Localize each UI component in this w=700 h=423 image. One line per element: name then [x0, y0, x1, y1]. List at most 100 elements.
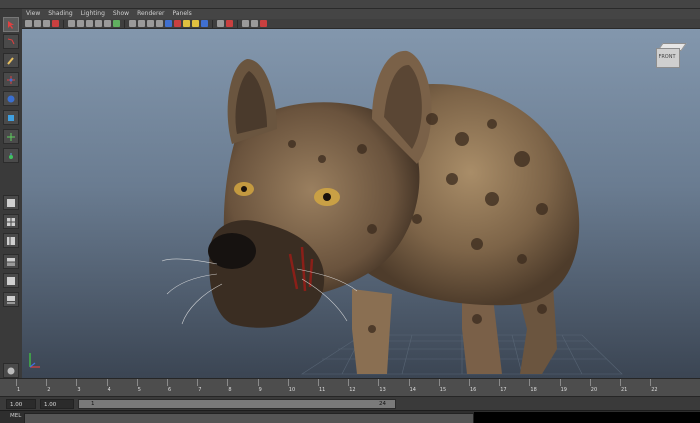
timeline-tick-label: 3	[77, 387, 81, 393]
timeline-tick-label: 7	[198, 387, 202, 393]
layout-hypershade-button[interactable]	[3, 292, 19, 307]
timeline-tick-label: 13	[379, 387, 386, 393]
timeline-tick-label: 10	[288, 387, 296, 393]
hypershade-icon	[7, 296, 15, 304]
manipulator-tool-button[interactable]	[3, 129, 19, 144]
paint-select-button[interactable]	[3, 53, 19, 68]
smooth-shade-icon[interactable]	[138, 20, 145, 27]
menu-renderer[interactable]: Renderer	[133, 9, 168, 19]
xray-joints-icon[interactable]	[242, 20, 249, 27]
layout-persp-graph-button[interactable]	[3, 273, 19, 288]
start-time-field[interactable]: 1.00	[6, 399, 36, 409]
title-strip	[0, 0, 700, 9]
timeline-tick-mark	[287, 379, 289, 386]
image-plane-icon[interactable]	[52, 20, 59, 27]
lasso-tool-button[interactable]	[3, 34, 19, 49]
timeline-tick-mark	[438, 379, 440, 386]
ambient-occlusion-icon[interactable]	[183, 20, 190, 27]
timeline-tick-mark	[529, 379, 531, 386]
layout-single-icon	[7, 199, 15, 207]
select-arrow-icon	[8, 21, 14, 29]
timeline-tick-mark	[378, 379, 380, 386]
layout-four-button[interactable]	[3, 214, 19, 229]
select-tool-button[interactable]	[3, 17, 19, 32]
timeline-tick-mark	[499, 379, 501, 386]
menu-view[interactable]: View	[22, 9, 44, 19]
timeline-tick-mark	[136, 379, 138, 386]
resolution-gate-icon[interactable]	[86, 20, 93, 27]
panel-toolbar	[22, 19, 700, 29]
mel-label[interactable]: MEL	[10, 413, 21, 419]
shadows-icon[interactable]	[174, 20, 181, 27]
view-cube-label: FRONT	[658, 54, 676, 60]
film-gate-icon[interactable]	[77, 20, 84, 27]
timeline-tick-label: 4	[107, 387, 111, 393]
menu-lighting[interactable]: Lighting	[77, 9, 109, 19]
menu-panels[interactable]: Panels	[168, 9, 195, 19]
axis-gizmo-icon	[29, 353, 40, 368]
timeline-tick-label: 9	[258, 387, 262, 393]
menu-show[interactable]: Show	[109, 9, 133, 19]
textured-icon[interactable]	[156, 20, 163, 27]
separator	[237, 19, 238, 28]
layout-graph-button[interactable]	[3, 254, 19, 269]
panel-menu-bar: View Shading Lighting Show Renderer Pane…	[22, 9, 700, 19]
gate-mask-icon[interactable]	[95, 20, 102, 27]
timeline-tick-mark	[106, 379, 108, 386]
perspective-viewport[interactable]: FRONT	[22, 29, 700, 378]
timeline-tick-label: 16	[470, 387, 477, 393]
rotate-tool-button[interactable]	[3, 91, 19, 106]
camera-attributes-icon[interactable]	[34, 20, 41, 27]
wireframe-on-shaded-icon[interactable]	[147, 20, 154, 27]
hud-icon[interactable]	[260, 20, 267, 27]
soft-mod-tool-button[interactable]	[3, 148, 19, 163]
range-slider[interactable]: 1 24	[78, 399, 396, 409]
separator	[212, 19, 213, 28]
wireframe-icon[interactable]	[129, 20, 136, 27]
layout-single-button[interactable]	[3, 195, 19, 210]
paint-brush-icon	[7, 57, 14, 65]
timeline-tick-mark	[16, 379, 17, 386]
timeline-tick-mark	[167, 379, 168, 386]
ground-grid	[300, 334, 623, 375]
timeline-tick-label: 19	[560, 387, 567, 393]
timeline-tick-mark	[197, 379, 199, 386]
layout-outliner-button[interactable]	[3, 233, 19, 248]
grid-icon[interactable]	[68, 20, 75, 27]
timeline-tick-mark	[469, 379, 470, 386]
timeline-tick-label: 11	[319, 387, 326, 393]
isolate-select-icon[interactable]	[217, 20, 224, 27]
range-start-label: 1	[91, 401, 95, 407]
lasso-icon	[7, 38, 15, 45]
scene-icon-button[interactable]	[3, 363, 19, 378]
mel-input[interactable]	[24, 413, 474, 423]
timeline-tick-mark	[559, 379, 561, 386]
timeline-tick-label: 12	[349, 387, 356, 393]
time-slider[interactable]: 1 2 3 4 5 6 7 8 9 10 11 12 13 14 15 16 17 18 19 20 21 22	[0, 378, 700, 397]
timeline-tick-label: 17	[500, 387, 507, 393]
safe-title-icon[interactable]	[113, 20, 120, 27]
scale-tool-button[interactable]	[3, 110, 19, 125]
lights-icon[interactable]	[165, 20, 172, 27]
move-tool-button[interactable]	[3, 72, 19, 87]
move-icon	[7, 76, 15, 84]
separator	[63, 19, 64, 28]
tool-box	[0, 9, 23, 379]
camera-icon[interactable]	[25, 20, 32, 27]
soft-mod-icon	[9, 153, 13, 159]
field-chart-icon[interactable]	[104, 20, 111, 27]
view-cube[interactable]: FRONT	[652, 42, 687, 68]
scale-icon	[8, 115, 14, 121]
backface-culling-icon[interactable]	[251, 20, 258, 27]
command-output	[474, 412, 700, 423]
bookmark-icon[interactable]	[43, 20, 50, 27]
separator	[124, 19, 125, 28]
timeline-tick-mark	[408, 379, 410, 386]
motion-blur-icon[interactable]	[192, 20, 199, 27]
timeline-tick-mark	[650, 379, 652, 386]
timeline-tick-label: 22	[651, 387, 658, 393]
menu-shading[interactable]: Shading	[44, 9, 76, 19]
xray-icon[interactable]	[226, 20, 233, 27]
multisample-icon[interactable]	[201, 20, 208, 27]
anim-start-field[interactable]: 1.00	[40, 399, 74, 409]
